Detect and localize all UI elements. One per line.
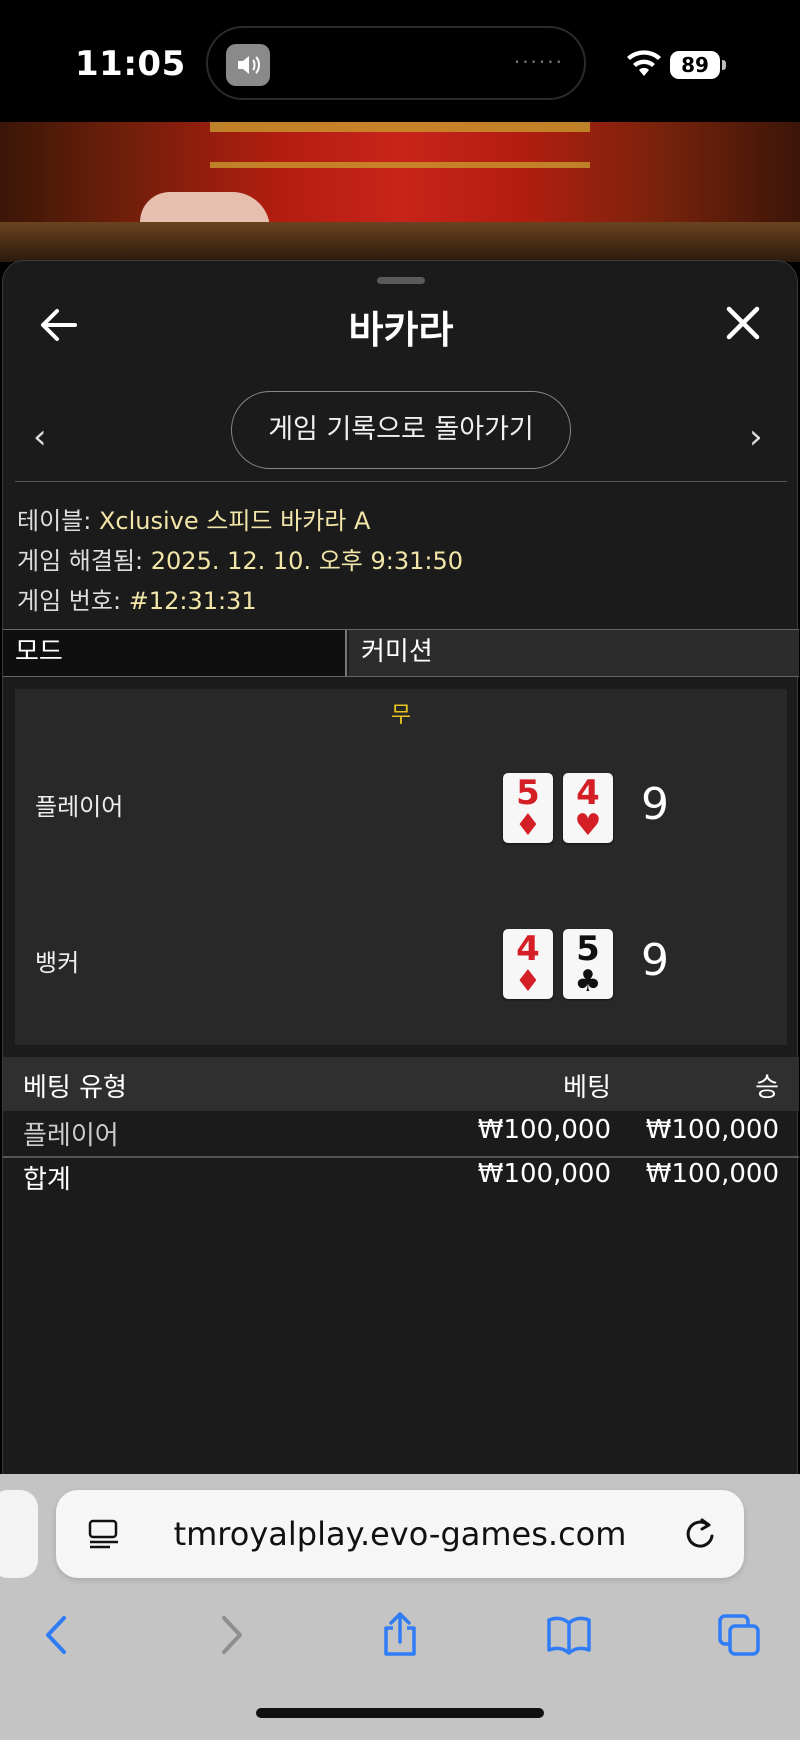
column-bet: 베팅 bbox=[563, 1073, 611, 1103]
dots-icon: ······ bbox=[513, 50, 564, 74]
player-score: 9 bbox=[641, 779, 669, 830]
back-to-history-button[interactable]: 게임 기록으로 돌아가기 bbox=[231, 391, 571, 469]
dynamic-island: ······ bbox=[206, 26, 586, 100]
player-label: 플레이어 bbox=[35, 793, 124, 821]
game-detail-sheet: 바카라 ‹ 게임 기록으로 돌아가기 › 테이블: Xclusive 스피드 바… bbox=[2, 260, 799, 1480]
round-result-panel: 무 플레이어 5 ♦ 4 ♥ 9 뱅커 4 ♦ 5 ♣ 9 bbox=[15, 689, 787, 1045]
previous-tab-preview[interactable] bbox=[0, 1490, 38, 1578]
bookmarks-icon[interactable] bbox=[546, 1612, 592, 1658]
outcome-label: 무 bbox=[390, 703, 412, 728]
banker-label: 뱅커 bbox=[35, 949, 80, 977]
battery-indicator: 89 bbox=[670, 51, 726, 79]
wifi-icon bbox=[627, 50, 661, 76]
live-video-backdrop bbox=[0, 122, 800, 262]
table-row: 플레이어 ₩100,000 ₩100,000 bbox=[23, 1115, 779, 1151]
clock: 11:05 bbox=[75, 44, 186, 84]
player-card-1: 5 ♦ bbox=[503, 773, 553, 843]
tabs-icon[interactable] bbox=[716, 1612, 762, 1658]
column-win: 승 bbox=[755, 1073, 779, 1103]
game-number-info: 게임 번호: #12:31:31 bbox=[17, 587, 257, 615]
bets-table-header: 베팅 유형 베팅 승 bbox=[3, 1057, 799, 1111]
url-text: tmroyalplay.evo-games.com bbox=[173, 1515, 627, 1553]
mode-label: 모드 bbox=[3, 630, 347, 676]
prev-game-chevron-icon[interactable]: ‹ bbox=[33, 417, 47, 457]
share-icon[interactable] bbox=[377, 1612, 423, 1658]
divider bbox=[15, 481, 787, 482]
browser-forward-icon[interactable] bbox=[208, 1612, 254, 1658]
banker-card-1: 4 ♦ bbox=[503, 929, 553, 999]
sheet-grabber[interactable] bbox=[377, 277, 425, 284]
resolved-info: 게임 해결됨: 2025. 12. 10. 오후 9:31:50 bbox=[17, 547, 464, 575]
close-icon[interactable] bbox=[725, 305, 761, 341]
column-bet-type: 베팅 유형 bbox=[23, 1073, 127, 1103]
mode-value: 커미션 bbox=[349, 630, 799, 676]
table-info: 테이블: Xclusive 스피드 바카라 A bbox=[17, 507, 371, 535]
banker-score: 9 bbox=[641, 935, 669, 986]
next-game-chevron-icon[interactable]: › bbox=[749, 417, 763, 457]
address-bar[interactable]: tmroyalplay.evo-games.com bbox=[56, 1490, 744, 1578]
banker-card-2: 5 ♣ bbox=[563, 929, 613, 999]
status-bar: 11:05 ······ 89 bbox=[0, 0, 800, 122]
browser-back-icon[interactable] bbox=[34, 1612, 80, 1658]
row-divider bbox=[3, 1156, 799, 1158]
speaker-icon bbox=[226, 44, 270, 86]
player-card-2: 4 ♥ bbox=[563, 773, 613, 843]
total-row: 합계 ₩100,000 ₩100,000 bbox=[23, 1159, 779, 1195]
reload-icon[interactable] bbox=[684, 1516, 718, 1552]
browser-toolbar: tmroyalplay.evo-games.com bbox=[0, 1474, 800, 1740]
mode-row: 모드 커미션 bbox=[3, 629, 799, 677]
home-indicator[interactable] bbox=[256, 1708, 544, 1718]
page-title: 바카라 bbox=[348, 308, 454, 352]
